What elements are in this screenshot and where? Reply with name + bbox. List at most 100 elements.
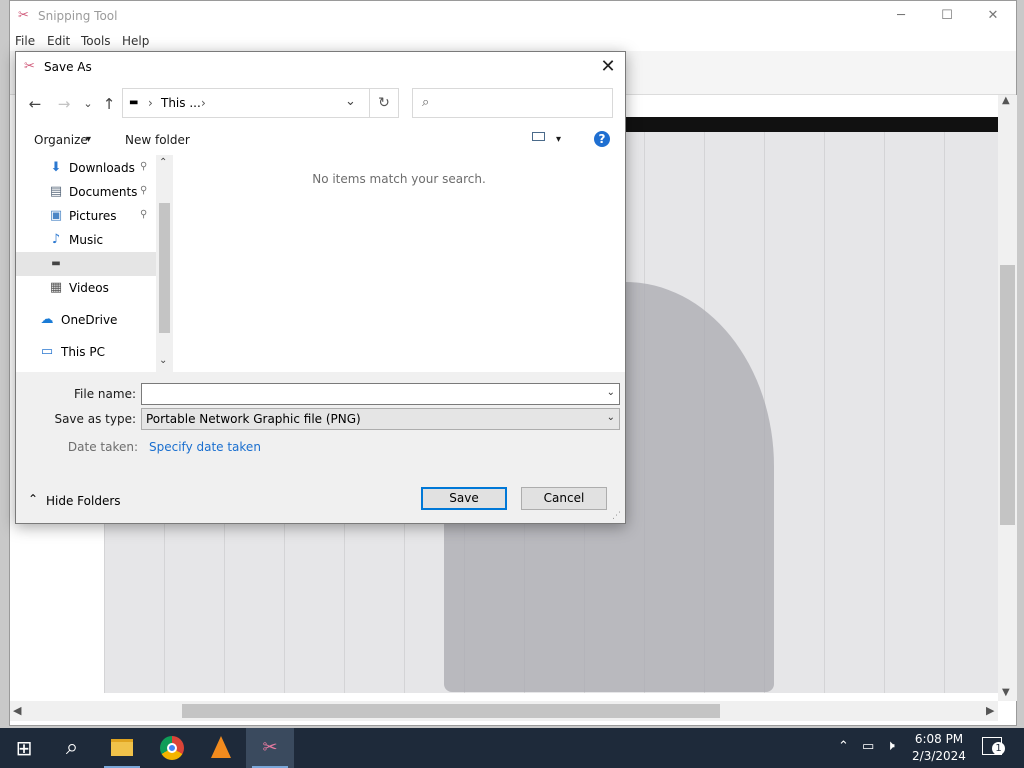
- save-as-type-select[interactable]: Portable Network Graphic file (PNG) ⌄: [141, 408, 620, 430]
- menu-file[interactable]: File: [15, 34, 35, 48]
- refresh-icon[interactable]: ↻: [369, 88, 399, 118]
- hide-folders-button[interactable]: ⌃ Hide Folders: [28, 492, 138, 512]
- tray-chevron-icon[interactable]: ⌃: [838, 739, 849, 754]
- back-arrow-icon[interactable]: ←: [25, 93, 45, 115]
- file-name-label: File name:: [74, 387, 136, 401]
- nav-item-label: Videos: [69, 281, 109, 295]
- scroll-up-icon[interactable]: ▲: [1002, 95, 1010, 106]
- close-button[interactable]: ✕: [970, 1, 1016, 31]
- music-note-icon: ♪: [51, 232, 61, 247]
- snipping-tool-icon[interactable]: ✂: [246, 728, 294, 768]
- save-as-dialog: ✂ Save As ✕ ← → ⌄ ↑ ▬ › This ... › ⌄ ↻ ⌕…: [15, 51, 626, 524]
- pin-icon: ⚲: [140, 161, 148, 172]
- chrome-icon[interactable]: [148, 728, 196, 768]
- save-as-type-label: Save as type:: [54, 412, 136, 426]
- notification-icon[interactable]: 1: [982, 737, 1005, 755]
- nav-scroll-thumb[interactable]: [159, 203, 170, 333]
- pictures-icon: ▣: [49, 208, 63, 223]
- view-dropdown-icon[interactable]: ▾: [556, 134, 561, 145]
- taskbar: ⊞ ⌕ ✂ ⌃ ▭ 🕨 6:08 PM 2/3/2024 1: [0, 728, 1024, 768]
- search-icon[interactable]: ⌕: [48, 728, 96, 768]
- nav-item-onedrive[interactable]: ☁ OneDrive: [16, 308, 156, 332]
- maximize-button[interactable]: ☐: [924, 1, 970, 31]
- nav-item-documents[interactable]: ▤ Documents ⚲: [16, 180, 156, 204]
- nav-item-label: OneDrive: [61, 313, 118, 327]
- scroll-down-icon[interactable]: ⌄: [159, 355, 167, 366]
- save-options-panel: File name: ⌄ Save as type: Portable Netw…: [16, 372, 625, 523]
- chevron-down-icon[interactable]: ⌄: [607, 387, 615, 398]
- recent-locations-icon[interactable]: ⌄: [78, 93, 98, 115]
- start-button[interactable]: ⊞: [0, 728, 48, 768]
- horizontal-scrollbar[interactable]: ◀ ▶: [10, 701, 998, 721]
- new-folder-button[interactable]: New folder: [125, 133, 190, 147]
- nav-item-videos[interactable]: ▦ Videos: [16, 276, 156, 300]
- date-taken-label: Date taken:: [67, 440, 138, 454]
- dialog-close-button[interactable]: ✕: [591, 52, 625, 83]
- file-name-input[interactable]: [146, 386, 590, 404]
- vertical-scrollbar[interactable]: ▲ ▼: [998, 95, 1017, 701]
- nav-item-label: Pictures: [69, 209, 117, 223]
- pin-icon: ⚲: [140, 185, 148, 196]
- empty-search-message: No items match your search.: [312, 172, 486, 186]
- scroll-left-icon[interactable]: ◀: [13, 704, 21, 717]
- menu-tools[interactable]: Tools: [81, 34, 111, 48]
- breadcrumb-chevron-icon[interactable]: ›: [148, 96, 153, 110]
- minimize-button[interactable]: ─: [878, 1, 924, 31]
- file-explorer-icon[interactable]: [98, 728, 146, 768]
- file-list-pane[interactable]: No items match your search.: [173, 155, 625, 372]
- chevron-down-icon[interactable]: ⌄: [607, 412, 615, 423]
- vlc-icon[interactable]: [197, 728, 245, 768]
- snipping-tool-title: Snipping Tool: [38, 9, 118, 23]
- monitor-icon: ▭: [40, 344, 54, 359]
- menu-help[interactable]: Help: [122, 34, 149, 48]
- navigation-bar: ← → ⌄ ↑ ▬ › This ... › ⌄ ↻ ⌕: [16, 83, 625, 125]
- nav-item-this-pc[interactable]: ▭ This PC: [16, 340, 156, 364]
- drive-icon: ▬: [51, 258, 61, 269]
- specify-date-taken-link[interactable]: Specify date taken: [149, 440, 261, 454]
- videos-icon: ▦: [49, 280, 63, 295]
- breadcrumb-chevron-icon[interactable]: ›: [201, 96, 206, 110]
- nav-pane-scrollbar[interactable]: ⌃ ⌄: [156, 155, 173, 372]
- change-view-icon[interactable]: [532, 132, 545, 141]
- nav-item-music[interactable]: ♪ Music: [16, 228, 156, 252]
- hide-folders-label: Hide Folders: [46, 494, 121, 508]
- nav-item-drive[interactable]: ▬: [16, 252, 156, 276]
- horizontal-scroll-thumb[interactable]: [182, 704, 720, 718]
- drive-icon: ▬: [129, 97, 139, 108]
- address-bar[interactable]: ▬ › This ... › ⌄: [122, 88, 399, 118]
- snipping-tool-icon: ✂: [18, 8, 29, 23]
- scroll-down-icon[interactable]: ▼: [1002, 687, 1010, 698]
- nav-item-label: Documents: [69, 185, 138, 199]
- nav-item-downloads[interactable]: ⬇ Downloads ⚲: [16, 156, 156, 180]
- menu-edit[interactable]: Edit: [47, 34, 70, 48]
- search-input[interactable]: [441, 94, 610, 114]
- clock-date: 2/3/2024: [912, 749, 966, 763]
- search-box[interactable]: ⌕: [412, 88, 613, 118]
- dialog-titlebar: ✂ Save As ✕: [16, 52, 625, 83]
- snipping-tool-icon: ✂: [24, 59, 35, 74]
- cancel-button[interactable]: Cancel: [521, 487, 607, 510]
- network-icon[interactable]: ▭: [862, 739, 874, 754]
- file-name-field[interactable]: ⌄: [141, 383, 620, 405]
- up-arrow-icon[interactable]: ↑: [99, 93, 119, 115]
- onedrive-cloud-icon: ☁: [40, 312, 54, 327]
- save-button[interactable]: Save: [421, 487, 507, 510]
- vertical-scroll-thumb[interactable]: [1000, 265, 1015, 525]
- help-icon[interactable]: ?: [594, 131, 610, 147]
- pin-icon: ⚲: [140, 209, 148, 220]
- scroll-up-icon[interactable]: ⌃: [159, 157, 167, 168]
- chevron-up-icon: ⌃: [28, 492, 39, 506]
- documents-icon: ▤: [49, 184, 63, 199]
- scroll-right-icon[interactable]: ▶: [986, 704, 994, 717]
- address-dropdown-icon[interactable]: ⌄: [345, 94, 356, 109]
- navigation-pane: ⬇ Downloads ⚲ ▤ Documents ⚲ ▣ Pictures ⚲…: [16, 155, 173, 372]
- forward-arrow-icon[interactable]: →: [54, 93, 74, 115]
- organize-dropdown-icon[interactable]: ▾: [86, 134, 91, 145]
- resize-grip-icon[interactable]: ⋰: [612, 511, 621, 521]
- organize-button[interactable]: Organize: [34, 133, 88, 147]
- volume-muted-icon[interactable]: 🕨: [886, 738, 895, 754]
- breadcrumb-this-pc[interactable]: This ...: [161, 96, 201, 110]
- command-bar: Organize ▾ New folder ▾ ?: [16, 125, 625, 155]
- nav-item-pictures[interactable]: ▣ Pictures ⚲: [16, 204, 156, 228]
- clock[interactable]: 6:08 PM 2/3/2024: [905, 731, 973, 765]
